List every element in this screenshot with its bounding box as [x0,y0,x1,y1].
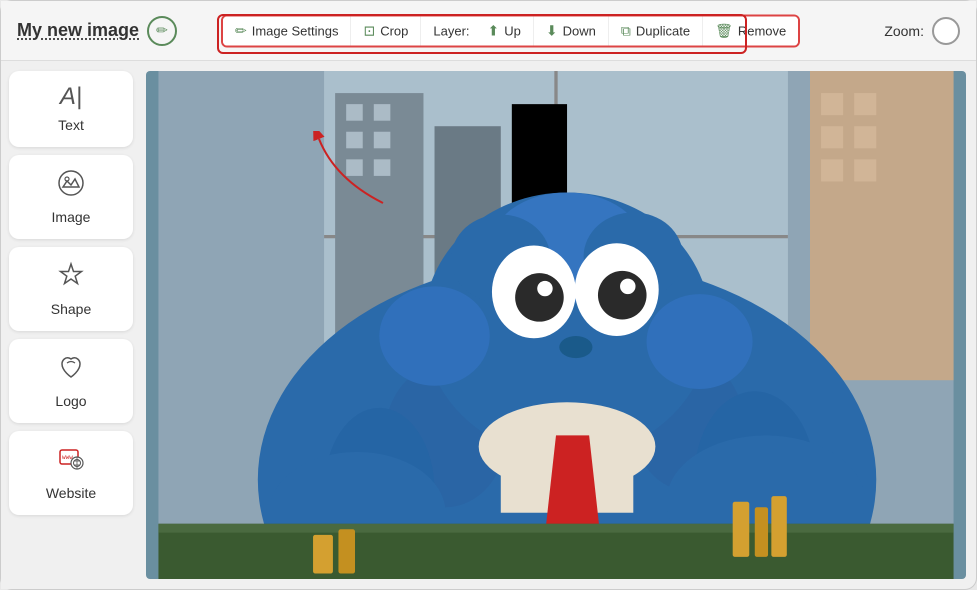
canvas-area [141,61,976,589]
down-label: Down [563,23,596,38]
layer-label: Layer: [421,17,475,44]
layer-up-button[interactable]: ⬆ Up [476,16,534,45]
sidebar-item-text[interactable]: A| Text [9,71,133,147]
sidebar: A| Text Image [1,61,141,589]
sidebar-item-shape[interactable]: Shape [9,247,133,331]
up-icon: ⬆ [488,22,500,39]
title-area: My new image ✏ [17,16,177,46]
crop-icon: ⊡ [363,22,375,39]
image-settings-label: Image Settings [252,23,339,38]
sidebar-shape-label: Shape [51,301,91,317]
image-settings-icon: ✏ [235,22,247,39]
remove-label: Remove [738,23,786,38]
app-container: My new image ✏ ✏ Image Settings ⊡ Crop L… [0,0,977,590]
crop-button[interactable]: ⊡ Crop [351,16,421,45]
website-icon: www [57,445,85,477]
zoom-label: Zoom: [884,23,924,39]
zoom-area: Zoom: [884,17,960,45]
edit-title-button[interactable]: ✏ [147,16,177,46]
sidebar-text-label: Text [58,117,84,133]
canvas-image[interactable] [146,71,966,579]
sidebar-logo-label: Logo [55,393,86,409]
layer-down-button[interactable]: ⬇ Down [534,16,609,45]
main-content: A| Text Image [1,61,976,589]
duplicate-icon: ⧉ [621,22,631,39]
duplicate-label: Duplicate [636,23,690,38]
header: My new image ✏ ✏ Image Settings ⊡ Crop L… [1,1,976,61]
pencil-icon: ✏ [156,22,168,39]
canvas-svg [146,71,966,579]
toolbar: ✏ Image Settings ⊡ Crop Layer: ⬆ Up ⬇ Do… [221,14,800,47]
remove-icon: 🗑 [715,22,733,39]
sidebar-item-image[interactable]: Image [9,155,133,239]
up-label: Up [504,23,521,38]
duplicate-button[interactable]: ⧉ Duplicate [609,16,703,45]
sidebar-item-logo[interactable]: Logo [9,339,133,423]
image-icon [57,169,85,201]
down-icon: ⬇ [546,22,558,39]
zoom-control[interactable] [932,17,960,45]
shape-icon [57,261,85,293]
crop-label: Crop [380,23,408,38]
remove-button[interactable]: 🗑 Remove [703,16,798,45]
sidebar-image-label: Image [52,209,91,225]
sidebar-website-label: Website [46,485,96,501]
image-settings-button[interactable]: ✏ Image Settings [223,16,351,45]
page-title: My new image [17,20,139,41]
text-icon: A| [60,85,82,109]
logo-icon [57,353,85,385]
sidebar-item-website[interactable]: www Website [9,431,133,515]
